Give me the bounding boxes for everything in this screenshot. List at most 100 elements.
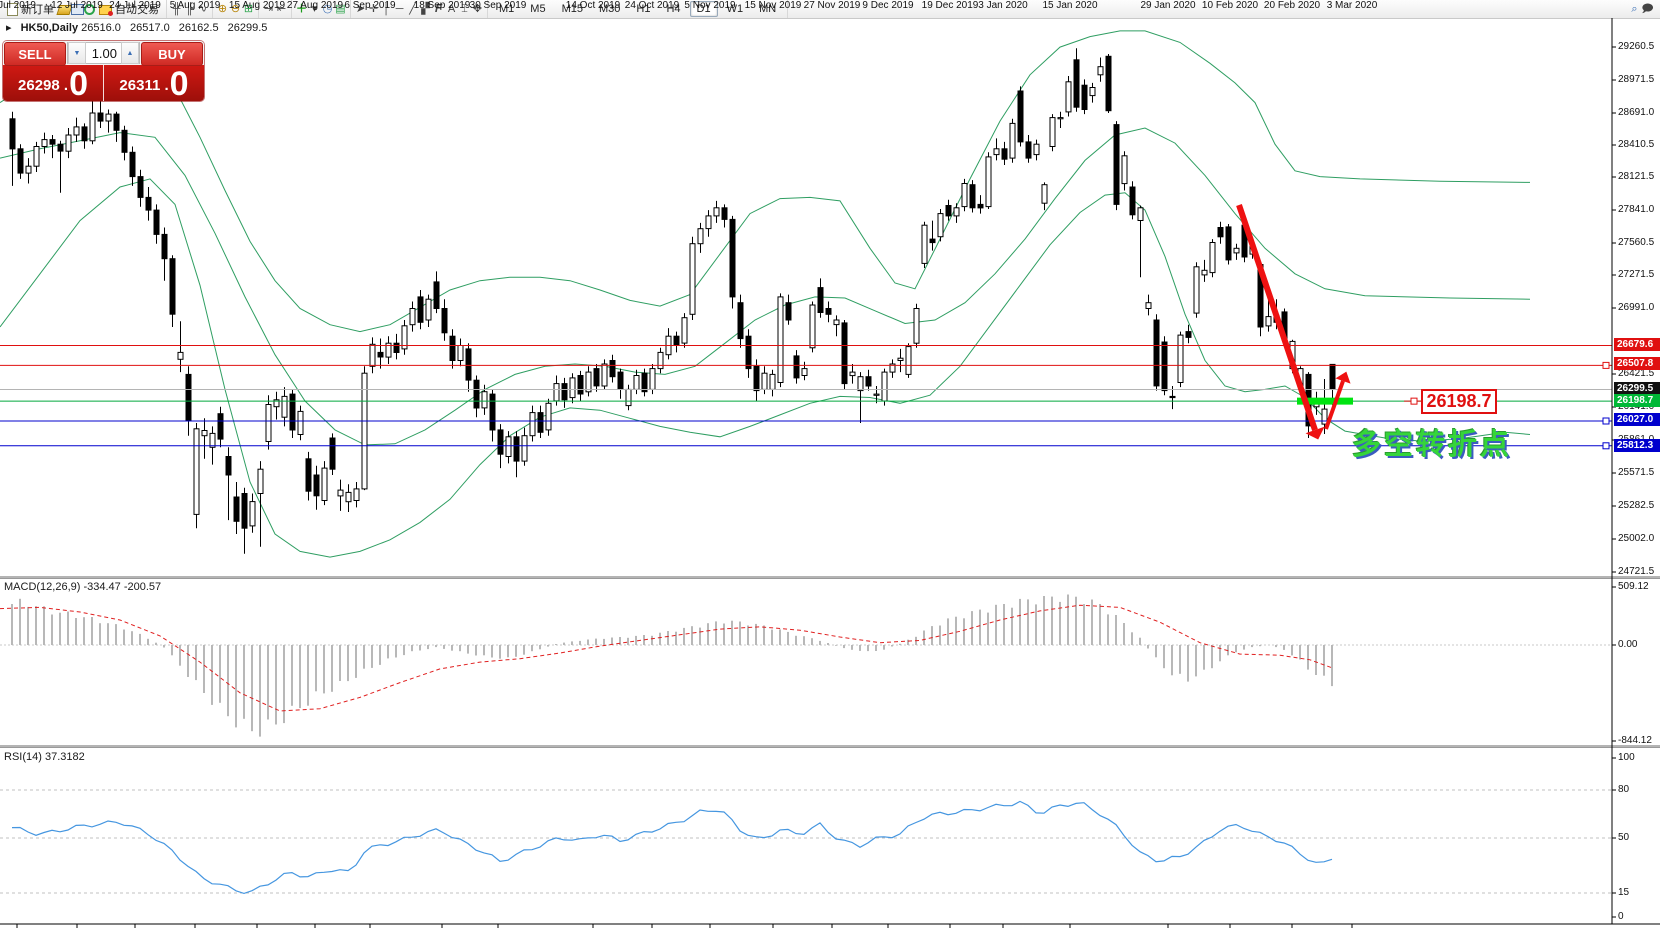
buy-button[interactable]: BUY (141, 42, 203, 66)
candle (1058, 112, 1063, 128)
candle-body (1194, 267, 1199, 313)
date-label: 3 Jan 2020 (978, 0, 1028, 11)
date-label: 27 Aug 2019 (287, 0, 343, 11)
candle-body (946, 206, 951, 216)
candle-body (1138, 208, 1143, 221)
candle-body (378, 352, 383, 357)
candle (338, 480, 343, 511)
candle (1090, 83, 1095, 103)
price-callout-box[interactable]: 26198.7 (1421, 389, 1497, 414)
candle-body (346, 492, 351, 501)
candle (786, 295, 791, 325)
price-axis-label: 27560.5 (1618, 237, 1660, 249)
candle (794, 350, 799, 384)
candle-body (106, 114, 111, 121)
candle (1234, 244, 1239, 260)
candle-body (1162, 342, 1167, 391)
candle (954, 203, 959, 223)
candle-body (250, 502, 255, 526)
candle-body (34, 147, 39, 167)
candle-body (874, 394, 879, 395)
price-axis-label: 25282.5 (1618, 500, 1660, 512)
candle (802, 362, 807, 381)
candle-body (858, 377, 863, 391)
candle (74, 118, 79, 142)
candle (1018, 86, 1023, 146)
candle-body (1130, 187, 1135, 215)
candle-body (242, 494, 247, 529)
candle (98, 100, 103, 128)
candle-body (410, 309, 415, 325)
candle (474, 376, 479, 418)
one-click-trading-panel: SELL ▼ 1.00 ▲ BUY 26298 . 0 26311 . 0 (3, 41, 204, 101)
candle (666, 328, 671, 359)
candle-body (962, 184, 967, 207)
hline-handle[interactable] (1603, 443, 1609, 449)
sell-price[interactable]: 26298 . 0 (3, 65, 104, 101)
candle (290, 389, 295, 438)
rsi-axis-label: 0 (1618, 911, 1660, 923)
hline-handle[interactable] (1603, 362, 1609, 368)
cn-annotation-text[interactable]: 多空转折点 (1352, 421, 1512, 463)
candle (18, 144, 23, 179)
candle-body (794, 356, 799, 378)
volume-increase-button[interactable]: ▲ (121, 42, 139, 64)
candle-body (578, 376, 583, 395)
candle (658, 348, 663, 373)
volume-value: 1.00 (86, 46, 121, 61)
volume-decrease-button[interactable]: ▼ (68, 42, 86, 64)
candle-body (834, 320, 839, 325)
candle-body (1066, 82, 1071, 112)
candle-body (154, 210, 159, 234)
sell-price-main: 26298 . (18, 73, 68, 99)
candle-body (26, 166, 31, 173)
candle-body (458, 346, 463, 361)
candle (738, 295, 743, 348)
candle (818, 278, 823, 317)
date-label: 18 Sep 2019 (414, 0, 471, 11)
candle (1178, 332, 1183, 388)
candle (490, 389, 495, 441)
candle-body (50, 140, 55, 145)
candle (546, 399, 551, 436)
candle-body (474, 380, 479, 408)
volume-stepper[interactable]: ▼ 1.00 ▲ (67, 42, 140, 64)
date-label: 5 Aug 2019 (170, 0, 221, 11)
sell-button[interactable]: SELL (4, 42, 66, 66)
candle-body (1002, 149, 1007, 159)
macd-label: MACD(12,26,9) -334.47 -200.57 (4, 581, 161, 593)
candle (1146, 295, 1151, 316)
candle-body (58, 144, 63, 151)
candle (370, 337, 375, 373)
candle-body (1322, 409, 1327, 424)
candle (90, 95, 95, 145)
candle-body (322, 468, 327, 500)
candle-body (1018, 91, 1023, 142)
candle (250, 494, 255, 533)
candle-body (1050, 118, 1055, 147)
candle (994, 138, 999, 160)
callout-handle[interactable] (1411, 398, 1417, 404)
hline-handle[interactable] (1603, 418, 1609, 424)
candle (970, 180, 975, 212)
candle (402, 320, 407, 355)
candle-body (258, 469, 263, 493)
date-label: 9 Dec 2019 (862, 0, 913, 11)
red-down-arrow[interactable] (1239, 205, 1315, 430)
candle-body (674, 336, 679, 345)
candle (730, 216, 735, 309)
candle-body (1170, 396, 1175, 397)
candle (1122, 151, 1127, 190)
candle-body (754, 366, 759, 390)
date-label: 15 Aug 2019 (229, 0, 285, 11)
candle-body (866, 377, 871, 386)
candle (602, 359, 607, 389)
candle (1106, 54, 1111, 113)
candle (426, 295, 431, 327)
buy-price[interactable]: 26311 . 0 (104, 65, 204, 101)
candle-body (210, 433, 215, 447)
date-label: 20 Feb 2020 (1264, 0, 1320, 11)
candle (690, 237, 695, 320)
date-label: 30 Sep 2019 (470, 0, 527, 11)
candle-body (626, 389, 631, 405)
